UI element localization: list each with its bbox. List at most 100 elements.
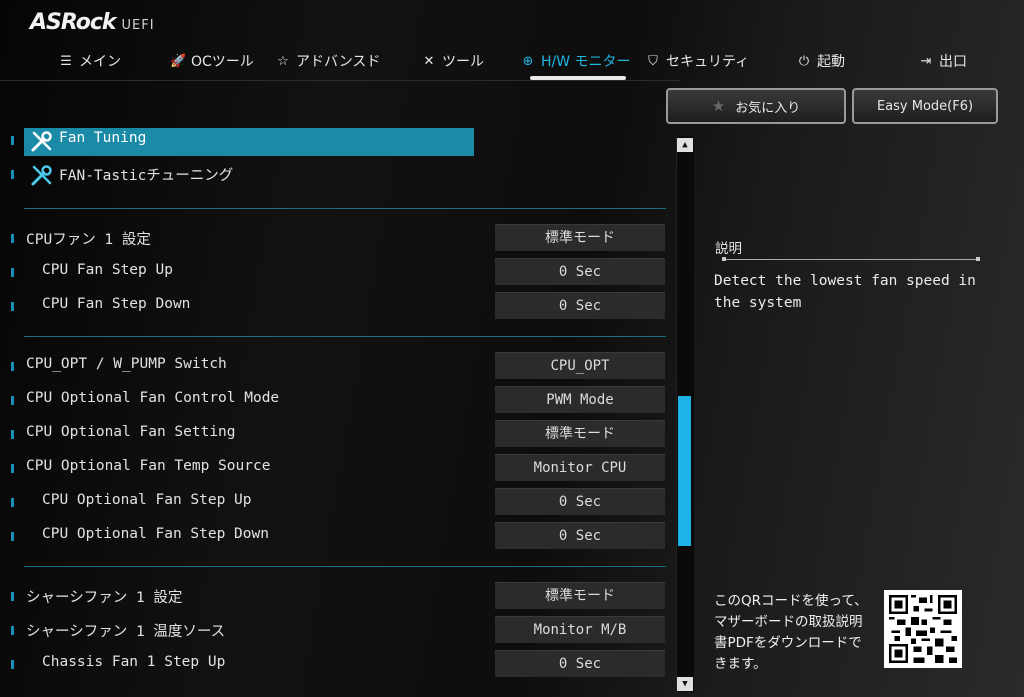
list-item-cpu-opt-temp-source[interactable]: CPU Optional Fan Temp Source Monitor CPU (0, 452, 670, 484)
tab-label: ツール (442, 54, 484, 70)
main-nav: ☰ メイン 🚀 OCツール ☆ アドバンスド ✕ ツール ⊕ H/W モニター … (0, 46, 1024, 80)
row-label: CPU Optional Fan Temp Source (26, 458, 271, 474)
list-item-chassis-fan-1-step-up[interactable]: Chassis Fan 1 Step Up 0 Sec (0, 648, 670, 680)
qr-code-pattern (889, 595, 957, 663)
asrock-logo: ASRock UEFI (30, 10, 155, 36)
row-bullet (11, 362, 14, 371)
row-bullet (11, 170, 14, 179)
power-icon: ⏻ (798, 53, 810, 69)
row-label: CPU Optional Fan Setting (26, 424, 236, 440)
tab-advanced[interactable]: ☆ アドバンスド (275, 46, 380, 76)
brand-subtitle: UEFI (121, 18, 155, 33)
description-text: Detect the lowest fan speed in the syste… (714, 273, 976, 311)
tab-label: アドバンスド (296, 54, 381, 70)
exit-icon: ⇥ (920, 53, 932, 69)
settings-list: Fan Tuning FAN-Tasticチューニング CPUファン 1 設定 … (0, 124, 670, 697)
row-label: シャーシファン 1 設定 (26, 590, 183, 606)
tab-security[interactable]: ⛉ セキュリティ (645, 46, 749, 76)
setting-value[interactable]: 標準モード (495, 420, 665, 447)
row-bullet (11, 464, 14, 473)
list-item-cpu-opt-fan-setting[interactable]: CPU Optional Fan Setting 標準モード (0, 418, 670, 450)
tab-label: 出口 (939, 54, 967, 70)
setting-value[interactable]: PWM Mode (495, 386, 665, 413)
shield-icon: ⛉ (648, 53, 658, 69)
list-item-cpu-fan-1-setting[interactable]: CPUファン 1 設定 標準モード (0, 222, 670, 254)
tab-exit[interactable]: ⇥ 出口 (918, 46, 967, 76)
row-label: CPU Fan Step Up (42, 262, 173, 278)
scroll-up-arrow-icon[interactable]: ▲ (677, 138, 693, 152)
scroll-down-arrow-icon[interactable]: ▼ (677, 677, 693, 691)
tab-oc-tweaker[interactable]: 🚀 OCツール (170, 46, 254, 76)
row-label: シャーシファン 1 温度ソース (26, 624, 226, 640)
tab-boot[interactable]: ⏻ 起動 (796, 46, 845, 76)
setting-value[interactable]: CPU_OPT (495, 352, 665, 379)
row-bullet (11, 592, 14, 601)
easy-mode-button[interactable]: Easy Mode(F6) (852, 88, 998, 124)
tools-icon: ✕ (423, 53, 435, 69)
list-icon: ☰ (60, 53, 72, 69)
row-bullet (11, 660, 14, 669)
tab-hw-monitor[interactable]: ⊕ H/W モニター (520, 46, 631, 76)
row-bullet (11, 302, 14, 311)
row-label: CPU Optional Fan Step Down (42, 526, 269, 542)
row-bullet (11, 430, 14, 439)
tools-icon (31, 165, 52, 186)
row-bullet (11, 532, 14, 541)
list-item-cpu-opt-switch[interactable]: CPU_OPT / W_PUMP Switch CPU_OPT (0, 350, 670, 382)
favorites-button[interactable]: ★ お気に入り (666, 88, 846, 124)
description-title: 説明 (715, 241, 742, 257)
tab-main[interactable]: ☰ メイン (58, 46, 121, 76)
setting-value[interactable]: 0 Sec (495, 488, 665, 515)
row-bullet (11, 396, 14, 405)
section-divider (24, 566, 666, 567)
list-item-fan-tastic-tuning[interactable]: FAN-Tasticチューニング (0, 158, 670, 190)
row-label: CPU Optional Fan Step Up (42, 492, 252, 508)
setting-value[interactable]: 標準モード (495, 582, 665, 609)
easy-mode-label: Easy Mode(F6) (876, 98, 974, 114)
rocket-icon: 🚀 (170, 53, 187, 69)
list-item-cpu-opt-step-down[interactable]: CPU Optional Fan Step Down 0 Sec (0, 520, 670, 552)
description-divider (722, 257, 980, 261)
star-icon: ☆ (277, 53, 289, 69)
list-item-chassis-fan-1-temp-source[interactable]: シャーシファン 1 温度ソース Monitor M/B (0, 614, 670, 646)
setting-value[interactable]: 0 Sec (495, 522, 665, 549)
tab-label: H/W モニター (541, 54, 631, 70)
setting-value[interactable]: Monitor M/B (495, 616, 665, 643)
row-bullet (11, 268, 14, 277)
row-label: CPU_OPT / W_PUMP Switch (26, 356, 227, 372)
row-label: Chassis Fan 1 Step Up (42, 654, 226, 670)
tab-tool[interactable]: ✕ ツール (421, 46, 484, 76)
tab-label: セキュリティ (666, 54, 750, 70)
row-bullet (11, 626, 14, 635)
tools-icon (31, 131, 52, 152)
favorites-label: お気に入り (735, 100, 801, 116)
scrollbar-thumb[interactable] (678, 396, 691, 546)
row-label: CPUファン 1 設定 (26, 232, 151, 248)
nav-divider (0, 80, 680, 81)
row-label: Fan Tuning (59, 130, 147, 146)
list-item-cpu-opt-step-up[interactable]: CPU Optional Fan Step Up 0 Sec (0, 486, 670, 518)
brand-name: ASRock (30, 10, 117, 35)
setting-value[interactable]: 0 Sec (495, 292, 665, 319)
row-label: CPU Optional Fan Control Mode (26, 390, 280, 406)
row-label: CPU Fan Step Down (42, 296, 191, 312)
section-divider (24, 208, 666, 209)
list-item-cpu-fan-step-down[interactable]: CPU Fan Step Down 0 Sec (0, 290, 670, 322)
row-label: FAN-Tasticチューニング (59, 168, 234, 184)
list-item-cpu-fan-step-up[interactable]: CPU Fan Step Up 0 Sec (0, 256, 670, 288)
tab-label: メイン (79, 54, 121, 70)
row-bullet (11, 498, 14, 507)
setting-value[interactable]: Monitor CPU (495, 454, 665, 481)
qr-code-caption: このQRコードを使って、マザーボードの取扱説明書PDFをダウンロードできます。 (714, 593, 868, 672)
setting-value[interactable]: 標準モード (495, 224, 665, 251)
list-item-chassis-fan-1-setting[interactable]: シャーシファン 1 設定 標準モード (0, 580, 670, 612)
list-item-cpu-opt-control-mode[interactable]: CPU Optional Fan Control Mode PWM Mode (0, 384, 670, 416)
star-icon: ★ (711, 97, 726, 115)
row-bullet (11, 136, 14, 145)
setting-value[interactable]: 0 Sec (495, 650, 665, 677)
list-item-fan-tuning[interactable]: Fan Tuning (0, 124, 670, 156)
setting-value[interactable]: 0 Sec (495, 258, 665, 285)
tab-label: OCツール (191, 54, 254, 70)
row-bullet (11, 234, 14, 243)
qr-code (884, 590, 962, 668)
